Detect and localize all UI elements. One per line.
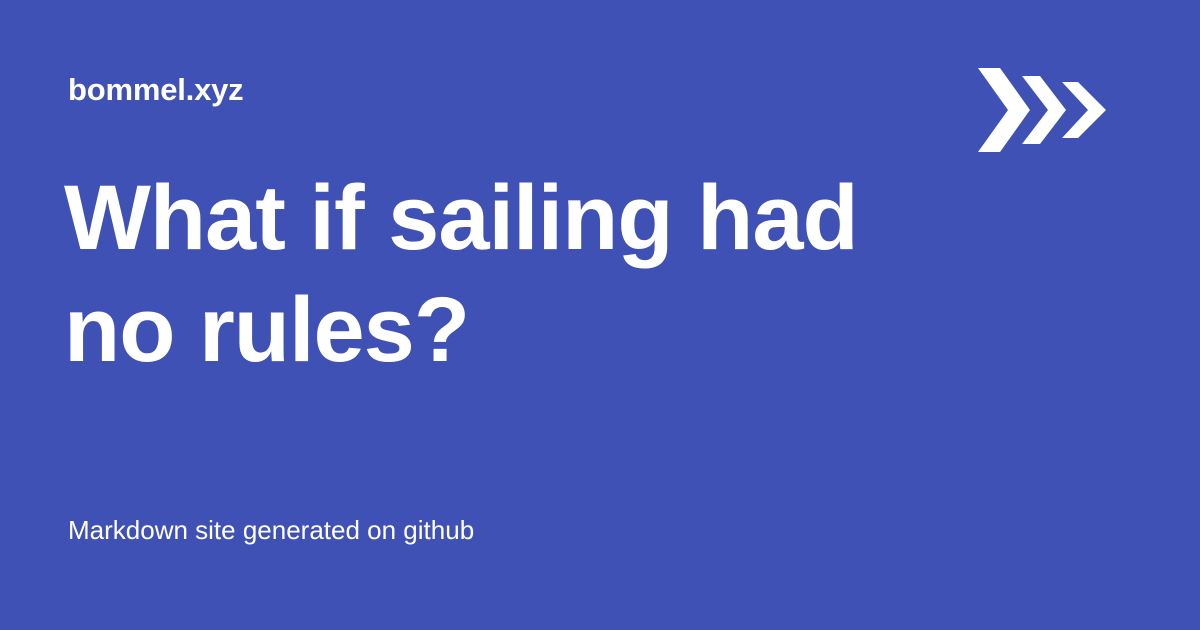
chevron-large-icon: [978, 68, 1030, 152]
chevrons-right-icon: [978, 68, 1106, 152]
footer-note: Markdown site generated on github: [68, 515, 475, 545]
page-title: What if sailing had no rules?: [64, 167, 859, 381]
chevron-small-icon: [1062, 82, 1106, 138]
site-name: bommel.xyz: [68, 72, 244, 107]
